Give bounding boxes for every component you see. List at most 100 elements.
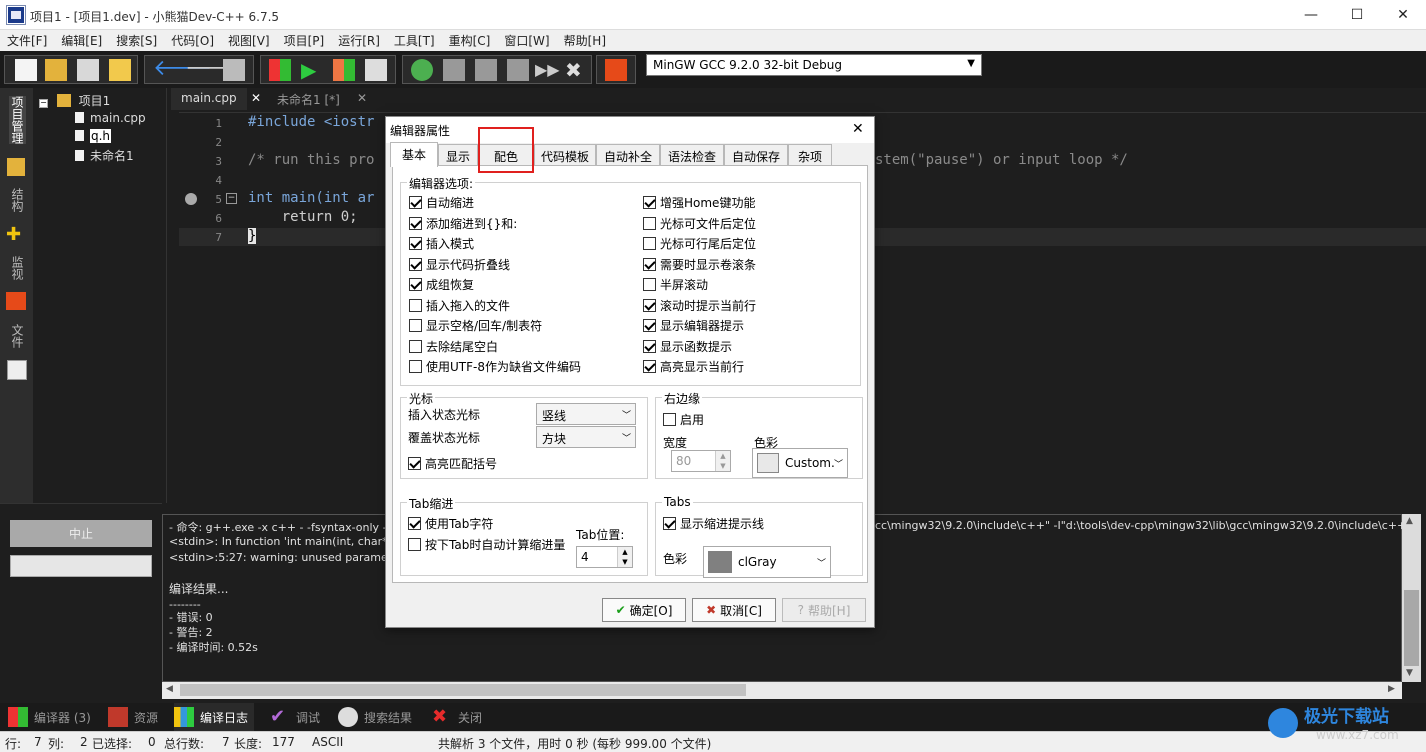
scroll-right-icon[interactable]: ▶ — [1388, 684, 1395, 694]
tree-item[interactable]: main.cpp — [75, 111, 146, 125]
side-tab-project[interactable]: 项目管理 — [9, 96, 26, 144]
editor-option-checkbox[interactable]: 插入模式 — [409, 235, 474, 252]
add-watch-icon[interactable] — [605, 59, 627, 81]
debug-bug-icon[interactable] — [411, 59, 433, 81]
tabs-color-select[interactable]: clGray ﹀ — [703, 546, 831, 578]
fold-icon[interactable]: − — [226, 193, 237, 204]
forward-arrow-icon[interactable]: 🡒 — [185, 58, 244, 81]
editor-option-checkbox[interactable]: 光标可文件后定位 — [643, 215, 756, 232]
close-tab-icon[interactable]: ✕ — [357, 91, 367, 105]
scroll-down-icon[interactable]: ▼ — [1406, 668, 1413, 678]
stop-debug-icon[interactable]: ✖ — [565, 59, 587, 81]
format-code-icon[interactable] — [223, 59, 245, 81]
tab-close[interactable]: ✖ 关闭 — [432, 703, 482, 731]
step-over-icon[interactable] — [443, 59, 465, 81]
log-horizontal-scrollbar[interactable]: ◀ ▶ — [162, 682, 1402, 699]
tab-compile-log[interactable]: 编译日志 — [174, 703, 255, 731]
tab-search-results[interactable]: 搜索结果 — [338, 703, 412, 731]
margin-enable-checkbox[interactable]: 启用 — [663, 411, 704, 428]
ok-button[interactable]: ✔ 确定[O] — [602, 598, 686, 622]
back-arrow-icon[interactable]: 🡐 — [153, 58, 212, 81]
spinner-arrows-icon[interactable]: ▲ ▼ — [715, 451, 730, 471]
run-icon[interactable]: ▶ — [301, 59, 323, 81]
editor-option-checkbox[interactable]: 使用UTF-8作为缺省文件编码 — [409, 358, 581, 375]
menu-view[interactable]: 视图[V] — [221, 32, 277, 49]
editor-option-checkbox[interactable]: 自动缩进 — [409, 194, 474, 211]
help-button[interactable]: ? 帮助[H] — [782, 598, 866, 622]
continue-icon[interactable]: ▶▶ — [535, 59, 560, 81]
editor-option-checkbox[interactable]: 插入拖入的文件 — [409, 297, 510, 314]
tab-debug[interactable]: ✔ 调试 — [270, 703, 320, 731]
editor-option-checkbox[interactable]: 光标可行尾后定位 — [643, 235, 756, 252]
tab-basic[interactable]: 基本 — [390, 142, 438, 167]
auto-calc-indent-checkbox[interactable]: 按下Tab时自动计算缩进量 — [408, 536, 565, 553]
menu-help[interactable]: 帮助[H] — [557, 32, 613, 49]
side-tab-files[interactable]: 文件 — [9, 324, 26, 348]
side-tab-structure[interactable]: 结构 — [9, 188, 26, 212]
editor-option-checkbox[interactable]: 显示空格/回车/制表符 — [409, 317, 542, 334]
editor-option-checkbox[interactable]: 添加缩进到{}和: — [409, 215, 517, 232]
cancel-button[interactable]: ✖ 取消[C] — [692, 598, 776, 622]
compile-icon[interactable] — [269, 59, 291, 81]
menu-tools[interactable]: 工具[T] — [387, 32, 442, 49]
new-file-icon[interactable] — [15, 59, 37, 81]
menu-run[interactable]: 运行[R] — [331, 32, 387, 49]
overwrite-caret-select[interactable]: 方块 ﹀ — [536, 426, 636, 448]
tab-autocomplete[interactable]: 自动补全 — [596, 144, 660, 166]
code-line[interactable]: return 0; — [248, 209, 358, 225]
tab-code-templates[interactable]: 代码模板 — [534, 144, 596, 166]
rebuild-icon[interactable] — [365, 59, 387, 81]
maximize-icon[interactable]: ☐ — [1334, 0, 1380, 30]
log-vertical-scrollbar[interactable]: ▲ ▼ — [1402, 514, 1421, 682]
compile-run-icon[interactable] — [333, 59, 355, 81]
editor-option-checkbox[interactable]: 显示代码折叠线 — [409, 256, 510, 273]
show-indent-guides-checkbox[interactable]: 显示缩进提示线 — [663, 515, 764, 532]
collapse-icon[interactable]: − — [39, 99, 48, 108]
compiler-select[interactable]: MinGW GCC 9.2.0 32-bit Debug ▼ — [646, 54, 982, 76]
menu-code[interactable]: 代码[O] — [164, 32, 221, 49]
tree-item[interactable]: 未命名1 — [75, 147, 134, 164]
tab-autosave[interactable]: 自动保存 — [724, 144, 788, 166]
breakpoint-marker-icon[interactable] — [185, 193, 197, 205]
tree-item[interactable]: q.h — [75, 129, 112, 143]
menu-search[interactable]: 搜索[S] — [109, 32, 164, 49]
tab-syntax-check[interactable]: 语法检查 — [660, 144, 724, 166]
menu-refactor[interactable]: 重构[C] — [442, 32, 498, 49]
save-all-icon[interactable] — [109, 59, 131, 81]
editor-option-checkbox[interactable]: 高亮显示当前行 — [643, 358, 744, 375]
highlight-brackets-checkbox[interactable]: 高亮匹配括号 — [408, 455, 497, 472]
stop-button[interactable]: 中止 — [10, 520, 152, 547]
editor-option-checkbox[interactable]: 成组恢复 — [409, 276, 474, 293]
minimize-icon[interactable]: — — [1288, 0, 1334, 30]
scroll-thumb[interactable] — [1404, 590, 1419, 666]
code-line[interactable]: int main(int ar — [248, 190, 374, 206]
code-line[interactable]: } — [248, 228, 257, 244]
spinner-arrows-icon[interactable]: ▲ ▼ — [617, 547, 632, 567]
editor-option-checkbox[interactable]: 滚动时提示当前行 — [643, 297, 756, 314]
tab-position-spinner[interactable]: 4 ▲ ▼ — [576, 546, 633, 568]
tab-display[interactable]: 显示 — [438, 144, 478, 166]
tab-resources[interactable]: 资源 — [108, 703, 158, 731]
step-out-icon[interactable] — [507, 59, 529, 81]
scroll-left-icon[interactable]: ◀ — [166, 684, 173, 694]
code-line[interactable]: #include <iostr — [248, 114, 374, 130]
margin-color-select[interactable]: Custom. ﹀ — [752, 448, 848, 478]
close-icon[interactable]: ✕ — [1380, 0, 1426, 30]
editor-option-checkbox[interactable]: 半屏滚动 — [643, 276, 708, 293]
editor-option-checkbox[interactable]: 增强Home键功能 — [643, 194, 755, 211]
dialog-close-icon[interactable]: ✕ — [852, 121, 864, 137]
editor-option-checkbox[interactable]: 去除结尾空白 — [409, 338, 498, 355]
tab-compiler[interactable]: 编译器 (3) — [8, 703, 91, 731]
tree-root[interactable]: − 项目1 — [39, 92, 110, 109]
tab-main-cpp[interactable]: main.cpp — [171, 88, 247, 110]
menu-window[interactable]: 窗口[W] — [497, 32, 556, 49]
editor-option-checkbox[interactable]: 显示编辑器提示 — [643, 317, 744, 334]
open-folder-icon[interactable] — [45, 59, 67, 81]
step-into-icon[interactable] — [475, 59, 497, 81]
tab-untitled[interactable]: 未命名1 [*] — [267, 88, 350, 110]
code-line[interactable]: /* run this pro — [248, 152, 374, 168]
menu-file[interactable]: 文件[F] — [0, 32, 54, 49]
insert-caret-select[interactable]: 竖线 ﹀ — [536, 403, 636, 425]
editor-option-checkbox[interactable]: 显示函数提示 — [643, 338, 732, 355]
scroll-up-icon[interactable]: ▲ — [1406, 516, 1413, 526]
